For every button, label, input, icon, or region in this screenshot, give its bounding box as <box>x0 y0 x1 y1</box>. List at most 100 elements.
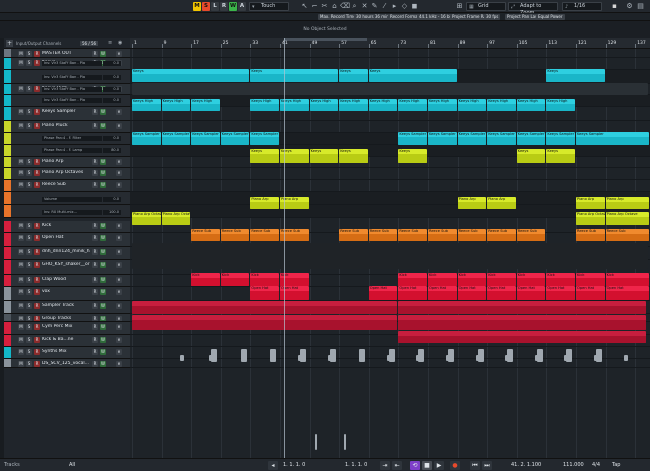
track-row[interactable]: M S R Reece Sub R We <box>4 180 130 192</box>
track-name[interactable]: Kick <box>42 223 90 229</box>
open-hat-part[interactable]: Open Hat <box>516 286 546 300</box>
piano-pluck-part[interactable]: Keeys <box>546 149 575 163</box>
kick-part[interactable]: Kick <box>457 273 487 286</box>
read-button[interactable]: R <box>92 182 98 188</box>
sampler-event[interactable] <box>594 355 598 361</box>
read-button[interactable]: R <box>92 235 98 241</box>
mute-button[interactable]: M <box>18 86 24 92</box>
shaker-audio-event[interactable] <box>398 315 646 330</box>
kick-part[interactable]: Kick <box>576 273 605 286</box>
keeys-high-part[interactable]: Keeys High <box>339 99 368 111</box>
punch-out-button[interactable]: ⇤ <box>392 461 402 470</box>
right-locator-field[interactable]: 1. 1. 1. 0 <box>345 462 367 468</box>
kick-part[interactable]: Kick <box>220 273 250 286</box>
read-button[interactable]: R <box>92 51 98 57</box>
track-row[interactable]: M S R DS_SCV_125_vocal... R We <box>4 359 130 368</box>
piano-pluck-part[interactable]: Keeys <box>516 149 546 163</box>
keeys-part[interactable]: Keeys <box>132 69 250 82</box>
erase-tool-icon[interactable]: ⌫ <box>340 2 350 11</box>
track-name[interactable]: Sampler Track <box>42 303 90 309</box>
open-hat-part[interactable]: Open Hat <box>428 286 457 300</box>
mute-button[interactable]: M <box>18 60 24 66</box>
left-locator-field[interactable]: 1. 1. 1. 0 <box>283 462 305 468</box>
mute-button[interactable]: M <box>18 324 24 330</box>
solo-button[interactable]: S <box>26 51 32 57</box>
piano-arp-part[interactable]: Piano Arp <box>487 197 516 209</box>
automation-parameter[interactable]: Phase Pan:4 - F. Filter <box>42 136 102 141</box>
track-row[interactable]: M S R GHO_KSY_shaker__or R We <box>4 260 130 275</box>
track-row[interactable]: M S R Keeys Sampler R We <box>4 107 130 121</box>
write-button[interactable]: W <box>100 349 106 355</box>
keeys-high-part[interactable]: Keeys High <box>132 99 161 111</box>
quantize-select[interactable]: ♪ 1/16 <box>562 2 602 11</box>
mute-button[interactable]: M <box>18 182 24 188</box>
grid-zoom-select[interactable]: ⤢ Adapt to Zoom <box>508 2 558 16</box>
add-track-icon[interactable]: + <box>6 40 13 47</box>
sampler-event[interactable] <box>327 355 332 361</box>
piano-pluck-part[interactable]: Keeys <box>398 149 427 163</box>
keeys-high-part[interactable]: Keeys High <box>398 99 427 111</box>
comp-tool-icon[interactable]: ◇ <box>400 2 409 11</box>
sampler-event[interactable] <box>209 355 214 361</box>
keeys-part[interactable]: Keeys <box>368 69 457 82</box>
solo-mode-button[interactable]: S <box>202 2 210 11</box>
keeys-high-part[interactable]: Keeys High <box>487 99 516 111</box>
reece-sub-part[interactable]: Reece Sub <box>220 229 250 241</box>
mute-button[interactable]: M <box>18 277 24 283</box>
write-button[interactable]: W <box>100 51 106 57</box>
write-automation-button[interactable]: W <box>229 2 237 11</box>
kick-part[interactable]: Kick <box>546 273 575 286</box>
rec-enable-button[interactable]: R <box>34 170 40 176</box>
read-button[interactable]: R <box>92 277 98 283</box>
piano-pluck-part[interactable]: Keeys <box>309 149 339 163</box>
rec-enable-button[interactable]: R <box>34 303 40 309</box>
read-button[interactable]: R <box>92 361 98 367</box>
piano-arp-part[interactable]: Piano Arp <box>576 197 605 209</box>
kick-part[interactable]: Kick <box>250 273 279 286</box>
reece-sub-part[interactable]: Reece Sub <box>428 229 457 241</box>
kick-part[interactable]: Kick <box>516 273 546 286</box>
track-name[interactable]: dnh_dnn124_minik_hat <box>42 249 90 255</box>
mute-button[interactable]: M <box>18 123 24 129</box>
punch-in-button[interactable]: ⇥ <box>380 461 390 470</box>
edit-channel-button[interactable]: e <box>116 235 122 241</box>
write-button[interactable]: W <box>100 159 106 165</box>
solo-button[interactable]: S <box>26 86 32 92</box>
hat-audio-event[interactable] <box>398 301 646 314</box>
cycle-range[interactable] <box>284 38 367 41</box>
read-button[interactable]: R <box>92 324 98 330</box>
track-lane[interactable] <box>130 205 650 218</box>
automation-value[interactable]: 0.0 <box>103 87 121 92</box>
automation-parameter[interactable]: Volume <box>42 197 102 202</box>
edit-channel-button[interactable]: e <box>116 349 122 355</box>
mute-button[interactable]: M <box>18 235 24 241</box>
open-hat-part[interactable]: Open Hat <box>250 286 279 300</box>
keeys-sampler-part[interactable]: Keeys Sampler <box>487 132 516 145</box>
reece-sub-part[interactable]: Reece Sub <box>250 229 279 241</box>
sampler-event[interactable] <box>386 355 391 361</box>
hat-audio-event[interactable] <box>132 301 398 314</box>
track-row[interactable]: Ins: Vir3 StaFf Ban - Pla 0.0 <box>4 70 130 84</box>
forward-button[interactable]: ⏭ <box>482 461 492 470</box>
info-pan-law-value[interactable]: Equal Power <box>536 14 565 20</box>
keeys-sampler-part[interactable]: Keeys Sampler <box>576 132 649 145</box>
open-hat-part[interactable]: Open Hat <box>546 286 575 300</box>
track-row[interactable]: MSRKeeysRWeIns: Vir3 StaFf Ban - Pla0.0 <box>4 58 130 70</box>
info-frame-rate-value[interactable]: 30 fps <box>484 14 501 20</box>
mute-button[interactable]: M <box>18 249 24 255</box>
track-row[interactable]: M S R Synths Mix R We <box>4 347 130 359</box>
write-button[interactable]: W <box>100 249 106 255</box>
automation-parameter[interactable]: Ins: RX Multi-mix... <box>42 210 102 215</box>
mute-button[interactable]: M <box>18 159 24 165</box>
arrange-area[interactable]: Keeys Keeys Keeys Keeys Keeys Keeys High Keeys… <box>130 49 650 458</box>
read-button[interactable]: R <box>92 123 98 129</box>
vocal-marker[interactable] <box>314 434 317 450</box>
sampler-event[interactable] <box>623 355 628 361</box>
rec-enable-button[interactable]: R <box>34 337 40 343</box>
rewind-button[interactable]: ⏮ <box>470 461 480 470</box>
piano-arp-part[interactable]: Piano Arp <box>605 197 649 209</box>
position-display[interactable]: 41. 2. 1.100 <box>511 462 541 468</box>
rec-enable-button[interactable]: R <box>34 223 40 229</box>
rec-enable-button[interactable]: R <box>34 235 40 241</box>
vox-audio-event[interactable] <box>240 349 247 362</box>
